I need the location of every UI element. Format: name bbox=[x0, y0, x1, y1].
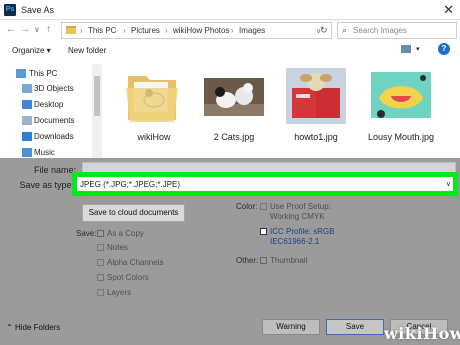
refresh-icon[interactable]: ↻ bbox=[320, 25, 328, 36]
layers-label: Layers bbox=[107, 288, 132, 297]
up-arrow-icon[interactable]: ↑ bbox=[46, 24, 51, 35]
save-button[interactable]: Save bbox=[326, 319, 384, 335]
change-view-icon[interactable] bbox=[401, 45, 411, 53]
alpha-channels-checkbox[interactable] bbox=[97, 259, 104, 266]
sidebar-item-label: Downloads bbox=[34, 132, 74, 141]
title-bar: Ps Save As ✕ bbox=[0, 0, 460, 20]
warning-button[interactable]: Warning bbox=[262, 319, 320, 335]
breadcrumb-separator-icon: › bbox=[165, 26, 168, 35]
breadcrumb-images[interactable]: Images bbox=[239, 26, 265, 35]
desktop-icon bbox=[22, 100, 32, 109]
notes-checkbox[interactable] bbox=[97, 244, 104, 251]
spot-colors-label: Spot Colors bbox=[107, 273, 149, 282]
thumbnail-label: Thumbnail bbox=[270, 256, 308, 265]
save-as-type-value: JPEG (*.JPG;*.JPEG;*.JPE) bbox=[80, 180, 181, 189]
file-name: 2 Cats.jpg bbox=[213, 132, 255, 142]
folder-icon bbox=[66, 26, 76, 34]
forward-arrow-icon[interactable]: → bbox=[20, 24, 30, 35]
save-as-type-select[interactable]: JPEG (*.JPG;*.JPEG;*.JPE) ∨ bbox=[72, 172, 458, 196]
alpha-channels-label: Alpha Channels bbox=[107, 258, 164, 267]
file-name-label: File name: bbox=[33, 165, 76, 175]
download-icon bbox=[22, 132, 32, 141]
recent-locations-icon[interactable]: ∨ bbox=[34, 25, 40, 34]
window-title: Save As bbox=[21, 5, 55, 15]
sidebar-item-label: 3D Objects bbox=[34, 84, 74, 93]
organize-button[interactable]: Organize ▾ bbox=[12, 46, 51, 55]
file-item-2-cats[interactable]: 2 Cats.jpg bbox=[194, 68, 274, 160]
thumbnail-checkbox[interactable] bbox=[260, 257, 267, 264]
lousy-mouth-thumbnail bbox=[371, 72, 431, 118]
icc-profile-checkbox[interactable] bbox=[260, 228, 267, 235]
wikihow-watermark: wikiHow bbox=[384, 324, 460, 343]
cats-photo-thumbnail bbox=[204, 78, 264, 116]
sidebar-item-3d-objects[interactable]: 3D Objects bbox=[0, 82, 100, 97]
icc-profile-label: ICC Profile: sRGB bbox=[270, 227, 335, 236]
new-folder-button[interactable]: New folder bbox=[68, 46, 106, 55]
howto-illustration-thumbnail bbox=[286, 68, 346, 124]
chevron-down-icon: ∨ bbox=[445, 181, 451, 188]
folder-thumbnail bbox=[126, 76, 178, 122]
spot-colors-checkbox[interactable] bbox=[97, 274, 104, 281]
address-bar[interactable]: › This PC › Pictures › wikiHow Photos › … bbox=[61, 22, 332, 39]
hide-folders-toggle[interactable]: ⌃ Hide Folders bbox=[6, 323, 60, 332]
computer-icon bbox=[16, 69, 26, 78]
file-item-wikihow-folder[interactable]: wikiHow bbox=[114, 68, 194, 160]
close-icon[interactable]: ✕ bbox=[443, 2, 454, 18]
search-icon: ⌕ bbox=[342, 25, 348, 35]
save-options-label: Save: bbox=[76, 229, 97, 238]
file-item-howto1[interactable]: howto1.jpg bbox=[276, 68, 356, 160]
sidebar-item-desktop[interactable]: Desktop bbox=[0, 98, 100, 113]
save-to-cloud-button[interactable]: Save to cloud documents bbox=[82, 204, 185, 222]
back-arrow-icon[interactable]: ← bbox=[6, 24, 16, 35]
icc-profile-value: IEC61966-2.1 bbox=[270, 237, 320, 246]
working-cmyk-label: Working CMYK bbox=[270, 212, 325, 221]
navigation-pane: This PC 3D Objects Desktop Documents Dow… bbox=[0, 62, 105, 158]
cube-icon bbox=[22, 84, 32, 93]
breadcrumb-separator-icon: › bbox=[80, 26, 83, 35]
photoshop-app-icon: Ps bbox=[4, 4, 16, 16]
as-a-copy-checkbox[interactable] bbox=[97, 230, 104, 237]
toolbar: Organize ▾ New folder bbox=[0, 42, 460, 60]
sidebar-item-label: This PC bbox=[29, 69, 58, 78]
file-list: wikiHow 2 Cats.jpg howto1.jpg Lousy Mout… bbox=[108, 62, 460, 158]
use-proof-setup-checkbox[interactable] bbox=[260, 203, 267, 210]
chevron-up-icon: ⌃ bbox=[6, 323, 15, 332]
save-as-type-label: Save as type: bbox=[19, 180, 74, 190]
sidebar-item-documents[interactable]: Documents bbox=[0, 114, 100, 129]
breadcrumb-wikihow-photos[interactable]: wikiHow Photos bbox=[173, 26, 229, 35]
breadcrumb-pictures[interactable]: Pictures bbox=[131, 26, 160, 35]
other-options-label: Other: bbox=[236, 256, 259, 265]
sidebar-item-this-pc[interactable]: This PC bbox=[0, 67, 100, 82]
layers-checkbox[interactable] bbox=[97, 289, 104, 296]
breadcrumb-separator-icon: › bbox=[123, 26, 126, 35]
notes-label: Notes bbox=[107, 243, 128, 252]
use-proof-setup-label: Use Proof Setup: bbox=[270, 202, 331, 211]
as-a-copy-label: As a Copy bbox=[107, 229, 144, 238]
sidebar-scroll-thumb[interactable] bbox=[94, 76, 100, 116]
search-placeholder: Search Images bbox=[353, 26, 407, 35]
view-dropdown-icon[interactable]: ▾ bbox=[416, 45, 420, 53]
document-icon bbox=[22, 116, 32, 125]
save-as-dialog: Ps Save As ✕ ← → ∨ ↑ › This PC › Picture… bbox=[0, 0, 460, 345]
music-icon bbox=[22, 148, 32, 157]
file-name: wikiHow bbox=[137, 132, 171, 142]
search-box[interactable]: ⌕ Search Images bbox=[337, 22, 457, 39]
hide-folders-label: Hide Folders bbox=[14, 323, 61, 332]
breadcrumb-this-pc[interactable]: This PC bbox=[88, 26, 116, 35]
sidebar-item-label: Music bbox=[34, 148, 55, 157]
sidebar-item-label: Documents bbox=[34, 116, 75, 125]
sidebar-item-downloads[interactable]: Downloads bbox=[0, 130, 100, 145]
file-name: howto1.jpg bbox=[294, 132, 338, 142]
sidebar-item-label: Desktop bbox=[34, 100, 64, 109]
color-options-label: Color: bbox=[236, 202, 258, 211]
help-icon[interactable]: ? bbox=[438, 43, 450, 55]
breadcrumb-separator-icon: › bbox=[231, 26, 234, 35]
file-name: Lousy Mouth.jpg bbox=[367, 132, 435, 142]
file-item-lousy-mouth[interactable]: Lousy Mouth.jpg bbox=[361, 68, 441, 160]
